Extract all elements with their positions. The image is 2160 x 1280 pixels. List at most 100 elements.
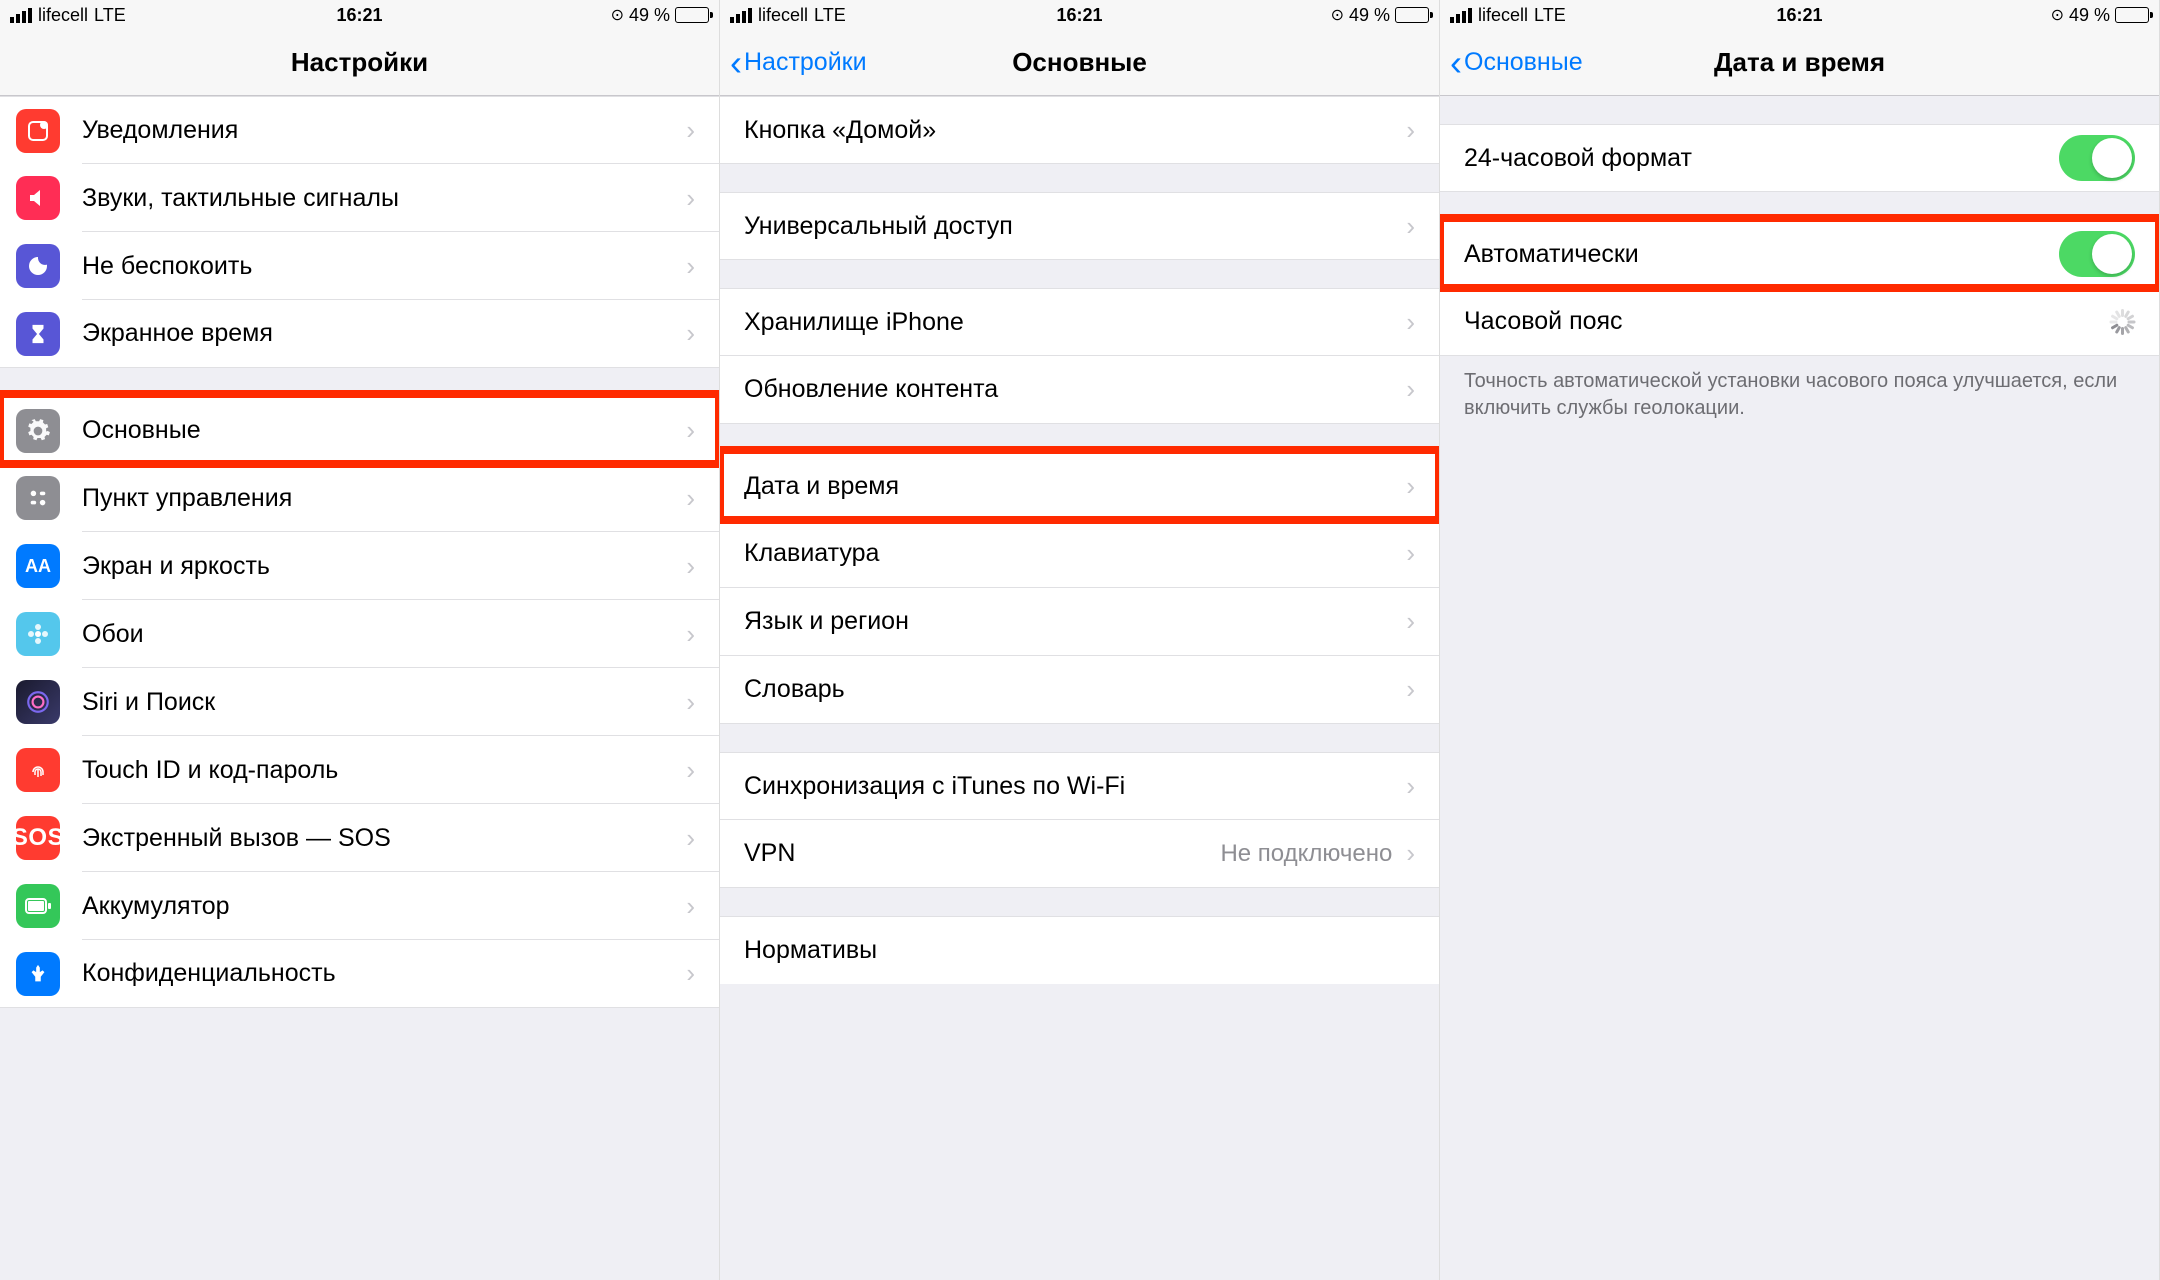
status-bar: lifecell LTE 16:21 ⊙ 49 % (0, 0, 719, 30)
notification-icon (16, 109, 60, 153)
signal-icon (10, 8, 32, 23)
row-accessibility[interactable]: Универсальный доступ › (720, 192, 1439, 260)
battery-percent: 49 % (629, 5, 670, 26)
chevron-left-icon: ‹ (1450, 45, 1462, 81)
row-label: Аккумулятор (82, 892, 686, 921)
signal-icon (730, 8, 752, 23)
row-siri[interactable]: Siri и Поиск › (0, 668, 719, 736)
carrier-label: lifecell (38, 5, 88, 26)
gear-icon (16, 409, 60, 453)
row-dictionary[interactable]: Словарь › (720, 656, 1439, 724)
row-sos[interactable]: SOS Экстренный вызов — SOS › (0, 804, 719, 872)
row-label: Основные (82, 416, 686, 445)
chevron-right-icon: › (686, 483, 695, 514)
row-label: 24-часовой формат (1464, 144, 2059, 173)
row-automatic[interactable]: Автоматически (1440, 220, 2159, 288)
row-dnd[interactable]: Не беспокоить › (0, 232, 719, 300)
row-keyboard[interactable]: Клавиатура › (720, 520, 1439, 588)
chevron-right-icon: › (686, 183, 695, 214)
row-timezone[interactable]: Часовой пояс (1440, 288, 2159, 356)
carrier-label: lifecell (1478, 5, 1528, 26)
row-regulatory[interactable]: Нормативы (720, 916, 1439, 984)
alarm-icon: ⊙ (2051, 5, 2064, 25)
network-label: LTE (814, 5, 846, 26)
row-control-center[interactable]: Пункт управления › (0, 464, 719, 532)
sos-icon: SOS (16, 816, 60, 860)
row-touchid[interactable]: Touch ID и код-пароль › (0, 736, 719, 804)
row-screentime[interactable]: Экранное время › (0, 300, 719, 368)
row-storage[interactable]: Хранилище iPhone › (720, 288, 1439, 356)
chevron-right-icon: › (1406, 674, 1415, 705)
row-label: Конфиденциальность (82, 959, 686, 988)
row-privacy[interactable]: Конфиденциальность › (0, 940, 719, 1008)
screen-general: lifecell LTE 16:21 ⊙ 49 % ‹ Настройки Ос… (720, 0, 1440, 1280)
row-home-button[interactable]: Кнопка «Домой» › (720, 96, 1439, 164)
status-bar: lifecell LTE 16:21 ⊙ 49 % (720, 0, 1439, 30)
row-date-time[interactable]: Дата и время › (720, 452, 1439, 520)
row-label: Обновление контента (744, 375, 1406, 404)
chevron-right-icon: › (1406, 606, 1415, 637)
nav-bar: ‹ Настройки Основные (720, 30, 1439, 96)
alarm-icon: ⊙ (1331, 5, 1344, 25)
sliders-icon (16, 476, 60, 520)
row-label: Часовой пояс (1464, 307, 2109, 336)
row-notifications[interactable]: Уведомления › (0, 96, 719, 164)
battery-percent: 49 % (1349, 5, 1390, 26)
row-label: Хранилище iPhone (744, 308, 1406, 337)
chevron-right-icon: › (686, 755, 695, 786)
row-label: Экранное время (82, 319, 686, 348)
back-button[interactable]: ‹ Основные (1450, 45, 1583, 81)
moon-icon (16, 244, 60, 288)
nav-bar: Настройки (0, 30, 719, 96)
row-display[interactable]: AA Экран и яркость › (0, 532, 719, 600)
toggle-24hour[interactable] (2059, 135, 2135, 181)
row-label: Не беспокоить (82, 252, 686, 281)
sounds-icon (16, 176, 60, 220)
footer-note: Точность автоматической установки часово… (1440, 356, 2159, 434)
row-label: Пункт управления (82, 484, 686, 513)
status-time: 16:21 (336, 5, 382, 26)
row-sounds[interactable]: Звуки, тактильные сигналы › (0, 164, 719, 232)
chevron-right-icon: › (686, 891, 695, 922)
row-value: Не подключено (1220, 840, 1392, 868)
chevron-right-icon: › (686, 823, 695, 854)
chevron-right-icon: › (1406, 115, 1415, 146)
screen-settings: lifecell LTE 16:21 ⊙ 49 % Настройки Увед… (0, 0, 720, 1280)
alarm-icon: ⊙ (611, 5, 624, 25)
row-vpn[interactable]: VPN Не подключено › (720, 820, 1439, 888)
row-language-region[interactable]: Язык и регион › (720, 588, 1439, 656)
row-label: Язык и регион (744, 607, 1406, 636)
chevron-left-icon: ‹ (730, 45, 742, 81)
chevron-right-icon: › (1406, 374, 1415, 405)
back-label: Основные (1464, 48, 1583, 77)
row-24hour[interactable]: 24-часовой формат (1440, 124, 2159, 192)
chevron-right-icon: › (686, 115, 695, 146)
row-label: Touch ID и код-пароль (82, 756, 686, 785)
row-label: VPN (744, 839, 1220, 868)
chevron-right-icon: › (686, 251, 695, 282)
page-title: Дата и время (1714, 47, 1885, 78)
chevron-right-icon: › (1406, 538, 1415, 569)
row-wallpaper[interactable]: Обои › (0, 600, 719, 668)
row-label: Звуки, тактильные сигналы (82, 184, 686, 213)
battery-icon (675, 7, 709, 23)
battery-icon (1395, 7, 1429, 23)
network-label: LTE (94, 5, 126, 26)
row-background-refresh[interactable]: Обновление контента › (720, 356, 1439, 424)
back-button[interactable]: ‹ Настройки (730, 45, 867, 81)
text-size-icon: AA (16, 544, 60, 588)
spinner-icon (2109, 309, 2135, 335)
page-title: Основные (1012, 47, 1147, 78)
row-general[interactable]: Основные › (0, 396, 719, 464)
row-itunes-sync[interactable]: Синхронизация с iTunes по Wi-Fi › (720, 752, 1439, 820)
status-time: 16:21 (1776, 5, 1822, 26)
battery-percent: 49 % (2069, 5, 2110, 26)
screen-date-time: lifecell LTE 16:21 ⊙ 49 % ‹ Основные Дат… (1440, 0, 2160, 1280)
toggle-automatic[interactable] (2059, 231, 2135, 277)
status-time: 16:21 (1056, 5, 1102, 26)
hand-icon (16, 952, 60, 996)
row-label: Siri и Поиск (82, 688, 686, 717)
chevron-right-icon: › (1406, 471, 1415, 502)
row-battery[interactable]: Аккумулятор › (0, 872, 719, 940)
fingerprint-icon (16, 748, 60, 792)
